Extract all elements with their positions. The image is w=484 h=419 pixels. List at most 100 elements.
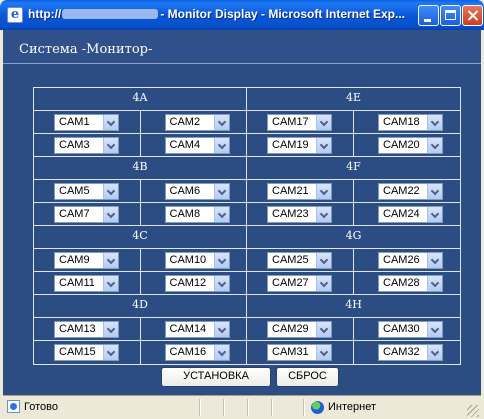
camera-select[interactable]: CAM29 [267,321,332,338]
camera-select[interactable]: CAM4 [164,137,230,154]
chevron-down-icon[interactable] [103,138,118,153]
camera-select[interactable]: CAM26 [378,252,443,269]
camera-row: CAM7 CAM8 CAM23 CAM24 [34,203,460,226]
page-header: Система -Монитор- [3,30,481,64]
group-header-cell: 4F [247,157,460,179]
chevron-down-icon[interactable] [316,184,331,199]
camera-select-value: CAM9 [59,254,90,266]
chevron-down-icon[interactable] [427,184,442,199]
chevron-down-icon[interactable] [316,276,331,291]
title-bar[interactable]: e http:// - Monitor Display - Microsoft I… [0,0,484,30]
close-icon[interactable] [462,5,483,26]
chevron-down-icon[interactable] [103,322,118,337]
camera-select-value: CAM5 [59,185,90,197]
chevron-down-icon[interactable] [213,115,229,130]
chevron-down-icon[interactable] [213,253,229,268]
chevron-down-icon[interactable] [427,138,442,153]
camera-select-value: CAM24 [383,208,420,220]
chevron-down-icon[interactable] [213,184,229,199]
camera-select-value: CAM29 [272,323,309,335]
camera-row: CAM5 CAM6 CAM21 CAM22 [34,180,460,203]
camera-select[interactable]: CAM24 [378,206,443,223]
chevron-down-icon[interactable] [103,345,118,360]
reset-button[interactable]: СБРОС [276,367,339,387]
camera-select-value: CAM1 [59,116,90,128]
status-bar: Готово Интернет [3,395,481,419]
camera-select-value: CAM22 [383,185,420,197]
maximize-icon[interactable] [440,5,461,26]
chevron-down-icon[interactable] [316,138,331,153]
chevron-down-icon[interactable] [103,184,118,199]
chevron-down-icon[interactable] [427,322,442,337]
camera-select[interactable]: CAM27 [267,275,332,292]
camera-select[interactable]: CAM9 [54,252,119,269]
camera-select[interactable]: CAM15 [54,344,119,361]
resize-grip-icon[interactable] [467,405,479,417]
camera-select[interactable]: CAM7 [54,206,119,223]
camera-select[interactable]: CAM18 [378,114,443,131]
camera-select[interactable]: CAM14 [164,321,230,338]
chevron-down-icon[interactable] [316,253,331,268]
camera-select-value: CAM13 [59,323,96,335]
camera-select[interactable]: CAM32 [378,344,443,361]
chevron-down-icon[interactable] [103,115,118,130]
chevron-down-icon[interactable] [103,207,118,222]
camera-select[interactable]: CAM5 [54,183,119,200]
status-divider [223,399,224,416]
group-header-row: 4B 4F [34,157,460,180]
chevron-down-icon[interactable] [213,322,229,337]
camera-select[interactable]: CAM16 [164,344,230,361]
chevron-down-icon[interactable] [213,276,229,291]
camera-cell: CAM8 [141,203,247,225]
chevron-down-icon[interactable] [427,253,442,268]
camera-select[interactable]: CAM19 [267,137,332,154]
chevron-down-icon[interactable] [316,322,331,337]
camera-select[interactable]: CAM11 [54,275,119,292]
camera-select[interactable]: CAM28 [378,275,443,292]
camera-cell: CAM12 [141,272,247,294]
camera-select-value: CAM4 [169,139,201,151]
camera-select[interactable]: CAM31 [267,344,332,361]
group-header-cell: 4E [247,88,460,110]
chevron-down-icon[interactable] [427,345,442,360]
chevron-down-icon[interactable] [213,138,229,153]
chevron-down-icon[interactable] [427,115,442,130]
chevron-down-icon[interactable] [316,115,331,130]
camera-half: CAM9 CAM10 [34,249,247,271]
chevron-down-icon[interactable] [213,207,229,222]
camera-row: CAM9 CAM10 CAM25 CAM26 [34,249,460,272]
camera-select[interactable]: CAM3 [54,137,119,154]
status-divider [247,399,248,416]
camera-select[interactable]: CAM8 [164,206,230,223]
camera-select[interactable]: CAM17 [267,114,332,131]
chevron-down-icon[interactable] [316,345,331,360]
camera-select[interactable]: CAM20 [378,137,443,154]
chevron-down-icon[interactable] [427,207,442,222]
camera-select[interactable]: CAM22 [378,183,443,200]
camera-select[interactable]: CAM25 [267,252,332,269]
camera-half: CAM5 CAM6 [34,180,247,202]
camera-cell: CAM14 [141,318,247,340]
camera-select[interactable]: CAM12 [164,275,230,292]
camera-half: CAM19 CAM20 [247,134,460,156]
set-button[interactable]: УСТАНОВКА [161,367,271,387]
chevron-down-icon[interactable] [316,207,331,222]
group-header-cell: 4B [34,157,247,179]
camera-select[interactable]: CAM2 [164,114,230,131]
camera-cell: CAM10 [141,249,247,271]
chevron-down-icon[interactable] [427,276,442,291]
camera-select[interactable]: CAM30 [378,321,443,338]
camera-select[interactable]: CAM10 [164,252,230,269]
camera-select[interactable]: CAM6 [164,183,230,200]
minimize-icon[interactable] [418,5,439,26]
camera-select[interactable]: CAM21 [267,183,332,200]
camera-cell: CAM15 [34,341,141,364]
chevron-down-icon[interactable] [103,276,118,291]
camera-select-value: CAM31 [272,346,309,358]
chevron-down-icon[interactable] [213,345,229,360]
chevron-down-icon[interactable] [103,253,118,268]
camera-select[interactable]: CAM1 [54,114,119,131]
camera-half: CAM29 CAM30 [247,318,460,340]
camera-select[interactable]: CAM23 [267,206,332,223]
camera-select[interactable]: CAM13 [54,321,119,338]
